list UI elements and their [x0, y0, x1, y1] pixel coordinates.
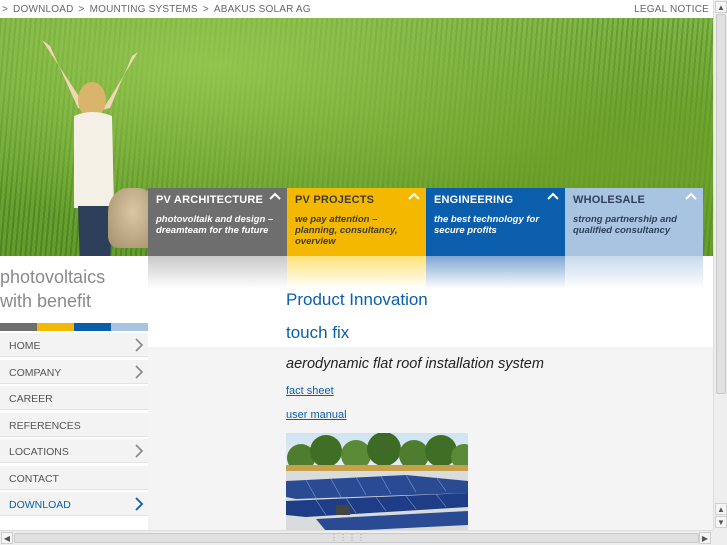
breadcrumb-separator: >: [2, 4, 9, 15]
tile-pv-projects[interactable]: PV PROJECTS we pay attention – planning,…: [287, 188, 426, 256]
tile-pv-architecture[interactable]: PV ARCHITECTURE photovoltaik and design …: [148, 188, 287, 256]
chevron-right-icon: [135, 338, 144, 352]
color-swatch-light-blue: [111, 323, 148, 331]
vertical-scroll-thumb[interactable]: [716, 14, 726, 394]
tile-subtitle: we pay attention – planning, consultancy…: [295, 214, 398, 247]
sidebar-tagline: photovoltaics with benefit: [0, 265, 105, 313]
chevron-up-icon: [547, 192, 559, 200]
sidebar-item-references[interactable]: REFERENCES: [0, 412, 148, 437]
tile-subtitle: photovoltaik and design – dreamteam for …: [156, 214, 274, 236]
tile-title: PV PROJECTS: [295, 194, 375, 206]
sidebar-item-label: HOME: [9, 340, 41, 352]
sidebar-item-label: CONTACT: [9, 472, 59, 485]
scrollbar-corner: [713, 530, 727, 545]
top-bar: > DOWNLOAD > MOUNTING SYSTEMS > ABAKUS S…: [0, 0, 713, 20]
breadcrumb-separator: >: [202, 4, 209, 15]
page: > DOWNLOAD > MOUNTING SYSTEMS > ABAKUS S…: [0, 0, 727, 545]
sidebar-item-download[interactable]: DOWNLOAD: [0, 492, 148, 516]
tagline-line-2: with benefit: [0, 291, 92, 311]
tagline-line-1: photovoltaics: [0, 267, 106, 287]
sidebar-item-company[interactable]: COMPANY: [0, 359, 148, 384]
tile-wholesale[interactable]: WHOLESALE strong partnership and qualifi…: [565, 188, 703, 256]
sidebar-item-label: DOWNLOAD: [9, 499, 71, 511]
band-light-blue: [565, 256, 703, 289]
sidebar-item-label: CAREER: [9, 393, 53, 405]
tile-subtitle: the best technology for secure profits: [434, 214, 540, 236]
trees-background: [286, 433, 468, 472]
sidebar-item-label: LOCATIONS: [9, 446, 69, 458]
breadcrumb-separator: >: [78, 4, 85, 15]
scroll-right-arrow-icon[interactable]: ▶: [699, 532, 711, 544]
tile-title: PV ARCHITECTURE: [156, 194, 264, 206]
sidebar-item-label: COMPANY: [9, 366, 62, 379]
tile-subtitle: strong partnership and qualified consult…: [573, 214, 677, 236]
color-swatch-yellow: [37, 323, 74, 331]
tile-title: ENGINEERING: [434, 194, 514, 206]
product-tagline: aerodynamic flat roof installation syste…: [286, 356, 544, 372]
scroll-down-arrow-icon[interactable]: ▼: [715, 516, 727, 528]
sidebar-item-locations[interactable]: LOCATIONS: [0, 439, 148, 463]
breadcrumb-download[interactable]: DOWNLOAD: [13, 4, 74, 15]
sidebar-item-career[interactable]: CAREER: [0, 386, 148, 410]
fact-sheet-link[interactable]: fact sheet: [286, 385, 334, 397]
band-yellow: [287, 256, 426, 289]
band-grey: [148, 256, 287, 289]
color-swatch-blue: [74, 323, 111, 331]
scroll-left-arrow-icon[interactable]: ◀: [1, 532, 13, 544]
sidebar-item-home[interactable]: HOME: [0, 333, 148, 357]
user-manual-link[interactable]: user manual: [286, 409, 347, 421]
chevron-up-icon: [408, 192, 420, 200]
grip-icon: ⋮⋮⋮⋮: [330, 533, 366, 542]
product-photo: [286, 433, 468, 530]
scroll-up-arrow-icon[interactable]: ▲: [715, 1, 727, 13]
chevron-right-icon: [135, 364, 144, 379]
chevron-right-icon: [135, 497, 144, 511]
horizontal-scrollbar[interactable]: ◀ ⋮⋮⋮⋮ ▶: [0, 530, 713, 545]
vertical-scrollbar[interactable]: ▲ ▲ ▼: [713, 0, 727, 530]
solar-panels-image: [286, 471, 468, 530]
color-swatch-grey: [0, 323, 37, 331]
chevron-up-icon: [685, 192, 697, 200]
scroll-up-arrow-icon[interactable]: ▲: [715, 503, 727, 515]
band-blue: [426, 256, 565, 289]
chevron-up-icon: [269, 192, 281, 200]
sidebar-item-contact[interactable]: CONTACT: [0, 465, 148, 490]
breadcrumb-abakus-solar[interactable]: ABAKUS SOLAR AG: [214, 4, 311, 15]
tile-title: WHOLESALE: [573, 194, 646, 206]
sidebar-nav: HOME COMPANY CAREER REFERENCES LOCATIONS…: [0, 333, 148, 519]
tile-engineering[interactable]: ENGINEERING the best technology for secu…: [426, 188, 565, 256]
sidebar-color-bar: [0, 323, 148, 331]
legal-notice-link[interactable]: LEGAL NOTICE: [634, 4, 709, 15]
product-name: touch fix: [286, 323, 350, 342]
chevron-right-icon: [135, 444, 144, 458]
sidebar-item-label: REFERENCES: [9, 419, 81, 432]
breadcrumb: > DOWNLOAD > MOUNTING SYSTEMS > ABAKUS S…: [2, 4, 311, 15]
page-heading: Product Innovation: [286, 290, 428, 309]
breadcrumb-mounting-systems[interactable]: MOUNTING SYSTEMS: [90, 4, 198, 15]
